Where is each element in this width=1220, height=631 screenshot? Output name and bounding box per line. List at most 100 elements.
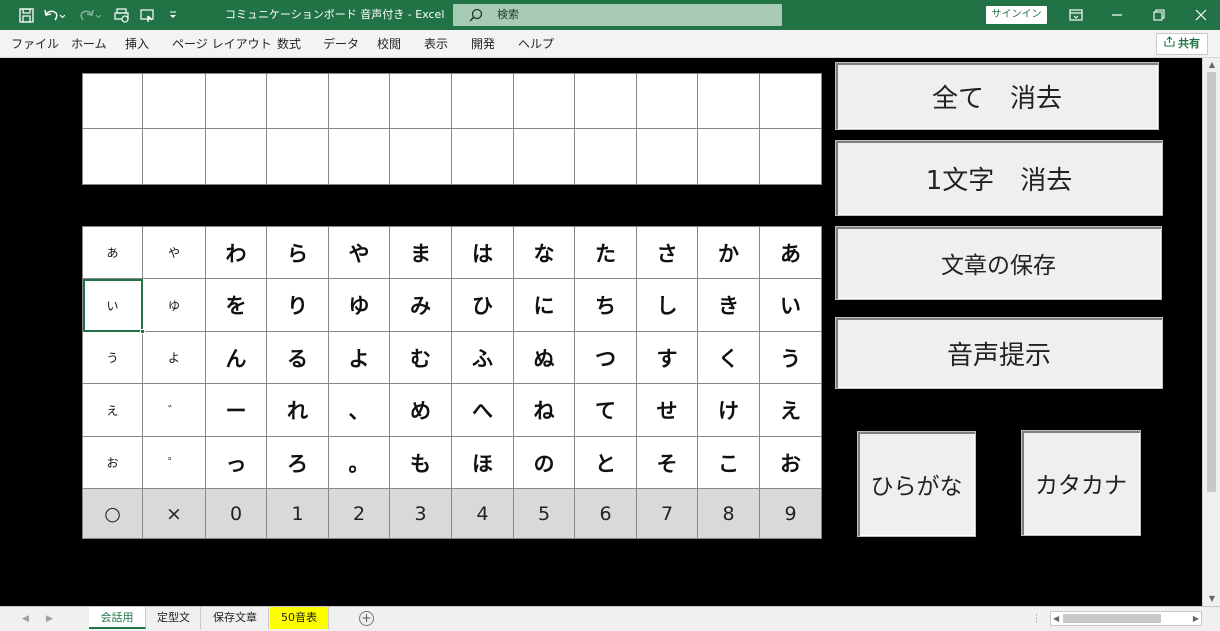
kana-key[interactable]: そ [637, 437, 698, 489]
scroll-down-icon[interactable]: ▼ [1206, 594, 1218, 604]
kana-key[interactable]: ゆ [143, 279, 206, 332]
kana-key[interactable]: い [760, 279, 822, 332]
display-cell[interactable] [575, 129, 637, 185]
kana-key[interactable]: つ [575, 332, 637, 384]
kana-key[interactable]: へ [452, 384, 514, 437]
kana-key[interactable]: め [390, 384, 452, 437]
number-key[interactable]: 2 [329, 489, 390, 539]
kana-key[interactable]: ふ [452, 332, 514, 384]
kana-key[interactable]: や [143, 227, 206, 279]
kana-key[interactable]: い [83, 279, 143, 332]
vertical-scroll-thumb[interactable] [1207, 72, 1216, 492]
kana-key[interactable]: け [698, 384, 760, 437]
number-key[interactable]: 4 [452, 489, 514, 539]
kana-key[interactable]: ら [267, 227, 329, 279]
close-icon[interactable] [1184, 0, 1218, 30]
display-cell[interactable] [514, 74, 575, 129]
kana-key[interactable]: う [83, 332, 143, 384]
display-cell[interactable] [575, 74, 637, 129]
kana-key[interactable]: か [698, 227, 760, 279]
kana-key[interactable]: こ [698, 437, 760, 489]
kana-key[interactable]: ゜ [143, 437, 206, 489]
kana-key[interactable]: ぬ [514, 332, 575, 384]
display-cell[interactable] [760, 74, 822, 129]
clear-all-button[interactable]: 全て 消去 [835, 62, 1159, 130]
kana-key[interactable]: や [329, 227, 390, 279]
katakana-button[interactable]: カタカナ [1021, 430, 1141, 536]
undo-icon[interactable] [42, 0, 66, 30]
kana-key[interactable]: 、 [329, 384, 390, 437]
display-cell[interactable] [329, 74, 390, 129]
kana-key[interactable]: む [390, 332, 452, 384]
kana-key[interactable]: み [390, 279, 452, 332]
number-key[interactable]: 8 [698, 489, 760, 539]
kana-key[interactable]: せ [637, 384, 698, 437]
kana-key[interactable]: わ [206, 227, 267, 279]
kana-key[interactable]: あ [83, 227, 143, 279]
kana-key[interactable]: り [267, 279, 329, 332]
tab-split-handle-icon[interactable]: ⋮ [1032, 607, 1041, 631]
display-cell[interactable] [390, 74, 452, 129]
kana-key[interactable]: に [514, 279, 575, 332]
kana-key[interactable]: え [760, 384, 822, 437]
display-cell[interactable] [143, 74, 206, 129]
horizontal-scroll-thumb[interactable] [1063, 614, 1161, 623]
display-cell[interactable] [452, 74, 514, 129]
number-key[interactable]: 9 [760, 489, 822, 539]
signin-button[interactable]: サインイン [986, 6, 1047, 24]
next-sheet-icon[interactable]: ▶ [46, 607, 53, 631]
kana-key[interactable]: お [760, 437, 822, 489]
display-cell[interactable] [267, 129, 329, 185]
tab-review[interactable]: 校閲 [377, 30, 401, 58]
kana-key[interactable]: っ [206, 437, 267, 489]
kana-key[interactable]: ほ [452, 437, 514, 489]
save-sentence-button[interactable]: 文章の保存 [835, 226, 1162, 300]
display-cell[interactable] [698, 129, 760, 185]
kana-key[interactable]: ひ [452, 279, 514, 332]
touch-mode-icon[interactable] [138, 0, 158, 30]
tab-formulas[interactable]: 数式 [277, 30, 301, 58]
sheet-tab-gojuon[interactable]: 50音表 [270, 607, 329, 629]
kana-key[interactable]: よ [329, 332, 390, 384]
search-box[interactable]: 検索 [453, 4, 782, 26]
kana-key[interactable]: ん [206, 332, 267, 384]
vertical-scrollbar[interactable]: ▲ ▼ [1202, 58, 1220, 606]
number-key[interactable]: 1 [267, 489, 329, 539]
number-key[interactable]: × [143, 489, 206, 539]
number-key[interactable]: 6 [575, 489, 637, 539]
kana-key[interactable]: き [698, 279, 760, 332]
number-key[interactable]: 3 [390, 489, 452, 539]
customize-toolbar-icon[interactable] [166, 0, 180, 30]
kana-key[interactable]: ま [390, 227, 452, 279]
display-cell[interactable] [452, 129, 514, 185]
share-button[interactable]: 共有 [1156, 33, 1208, 55]
tab-insert[interactable]: 挿入 [125, 30, 149, 58]
hiragana-button[interactable]: ひらがな [857, 431, 976, 537]
tab-help[interactable]: ヘルプ [518, 30, 554, 58]
display-cell[interactable] [514, 129, 575, 185]
kana-key[interactable]: て [575, 384, 637, 437]
display-cell[interactable] [390, 129, 452, 185]
display-cell[interactable] [329, 129, 390, 185]
kana-key[interactable]: よ [143, 332, 206, 384]
number-key[interactable]: 7 [637, 489, 698, 539]
display-cell[interactable] [83, 129, 143, 185]
sheet-tab-conversation[interactable]: 会話用 [89, 607, 146, 629]
tab-developer[interactable]: 開発 [471, 30, 495, 58]
kana-key[interactable]: ゛ [143, 384, 206, 437]
add-sheet-icon[interactable]: + [359, 611, 374, 626]
tab-data[interactable]: データ [323, 30, 359, 58]
redo-icon[interactable] [78, 0, 102, 30]
kana-key[interactable]: は [452, 227, 514, 279]
display-cell[interactable] [760, 129, 822, 185]
minimize-icon[interactable] [1100, 0, 1134, 30]
kana-key[interactable]: え [83, 384, 143, 437]
kana-key[interactable]: ち [575, 279, 637, 332]
kana-key[interactable]: く [698, 332, 760, 384]
number-key[interactable]: ○ [83, 489, 143, 539]
kana-key[interactable]: の [514, 437, 575, 489]
tab-page-layout[interactable]: ページ レイアウト [172, 30, 272, 58]
kana-key[interactable]: さ [637, 227, 698, 279]
kana-key[interactable]: ゆ [329, 279, 390, 332]
kana-key[interactable]: す [637, 332, 698, 384]
